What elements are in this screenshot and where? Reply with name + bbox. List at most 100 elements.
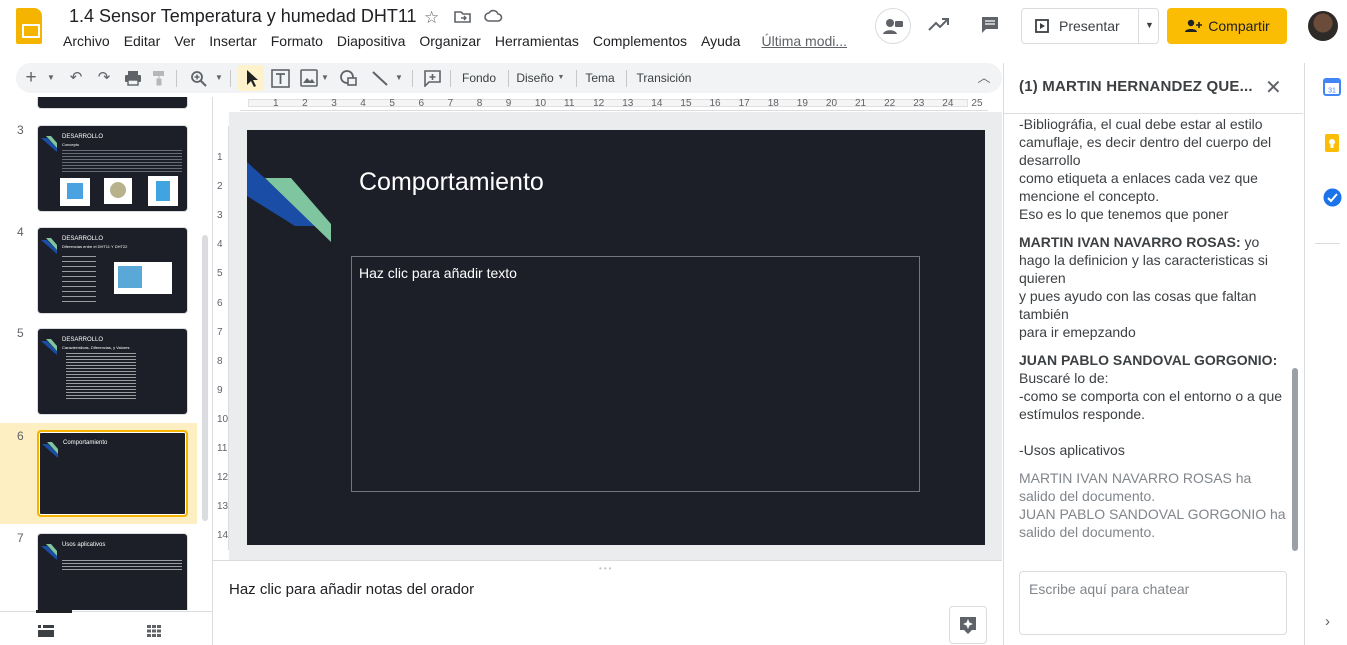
redo-icon[interactable]: ↷ [94, 63, 114, 93]
menu-diapositiva[interactable]: Diapositiva [337, 33, 405, 53]
chat-scrollbar[interactable] [1292, 368, 1298, 551]
meet-button[interactable] [875, 8, 911, 44]
side-panel-rail: 31 › [1304, 63, 1347, 645]
chat-message: JUAN PABLO SANDOVAL GORGONIO: Buscaré lo… [1019, 351, 1289, 459]
menu-organizar[interactable]: Organizar [419, 33, 480, 53]
paint-format-icon[interactable] [152, 70, 166, 86]
toolbar-separator [508, 70, 509, 87]
thumb-text-lines [62, 150, 182, 174]
filmstrip-view-icon[interactable] [38, 625, 54, 637]
slides-logo-icon[interactable] [16, 8, 42, 44]
slide-accent-stripes [247, 162, 331, 242]
document-title[interactable]: 1.4 Sensor Temperatura y humedad DHT11 [69, 6, 417, 27]
menu-formato[interactable]: Formato [271, 33, 323, 53]
chat-input[interactable]: Escribe aquí para chatear [1019, 571, 1287, 635]
menu-bar: Archivo Editar Ver Insertar Formato Diap… [63, 33, 861, 53]
image-dropdown-icon[interactable]: ▼ [320, 63, 330, 93]
slide-thumbnail-3[interactable]: DESARROLLO Concepto [37, 125, 188, 212]
body-placeholder: Haz clic para añadir texto [359, 265, 517, 281]
present-button[interactable]: Presentar ▼ [1021, 8, 1159, 44]
menu-ayuda[interactable]: Ayuda [701, 33, 740, 53]
vertical-ruler[interactable]: 1 2 3 4 5 6 7 8 9 10 11 12 13 14 [216, 126, 229, 550]
slide-thumbnail-2-partial[interactable] [37, 97, 188, 109]
grid-view-icon[interactable] [147, 625, 161, 637]
horizontal-ruler[interactable]: 1 2 3 4 5 6 7 8 9 10 11 12 13 14 15 16 17 18 19 20 21 22 23 24 2… [240, 97, 988, 111]
ruler-tick-label: 12 [593, 98, 605, 109]
thumb-title: DESARROLLO [62, 236, 104, 242]
keep-icon[interactable] [1325, 134, 1339, 152]
ruler-tick-label: 21 [855, 98, 867, 109]
slide-title[interactable]: Comportamiento [359, 168, 544, 197]
close-icon[interactable]: ✕ [1265, 75, 1282, 100]
layout-button[interactable]: Diseño [516, 63, 554, 93]
cloud-status-icon[interactable] [484, 9, 503, 23]
line-dropdown-icon[interactable]: ▼ [394, 63, 404, 93]
ruler-tick-label: 14 [651, 98, 663, 109]
notes-divider[interactable]: ••• [213, 560, 1002, 573]
rail-divider [1315, 243, 1340, 244]
thumb-sensor-image [148, 176, 178, 206]
ruler-tick-label: 15 [680, 98, 692, 109]
star-icon[interactable]: ☆ [424, 8, 439, 28]
select-tool-button[interactable] [238, 65, 264, 91]
slide-thumbnail-6-selected[interactable]: Comportamiento [37, 430, 188, 517]
transition-button[interactable]: Transición [634, 63, 694, 93]
menu-archivo[interactable]: Archivo [63, 33, 110, 53]
chat-comment-icon[interactable] [980, 15, 1000, 34]
tasks-icon[interactable] [1323, 188, 1342, 207]
menu-ver[interactable]: Ver [174, 33, 195, 53]
theme-button[interactable]: Tema [582, 63, 618, 93]
add-comment-icon[interactable] [423, 69, 442, 87]
thumb-dht-image [114, 262, 172, 294]
menu-insertar[interactable]: Insertar [209, 33, 256, 53]
share-button[interactable]: Compartir [1167, 8, 1287, 44]
slide-thumbnail-5[interactable]: DESARROLLO Características, Diferencias,… [37, 328, 188, 415]
chat-messages: -Bibliográfia, el cual debe estar al est… [1019, 115, 1289, 555]
ruler-tick-label: 22 [884, 98, 896, 109]
ruler-tick-label: 9 [505, 98, 512, 109]
ruler-tick-label: 16 [709, 98, 721, 109]
background-button[interactable]: Fondo [460, 63, 498, 93]
new-slide-dropdown-icon[interactable]: ▼ [46, 63, 56, 93]
last-edit-link[interactable]: Última modi... [761, 33, 847, 53]
line-tool-icon[interactable] [371, 70, 389, 87]
menu-herramientas[interactable]: Herramientas [495, 33, 579, 53]
zoom-dropdown-icon[interactable]: ▼ [214, 63, 224, 93]
ruler-tick-label: 18 [767, 98, 779, 109]
filmstrip-scrollbar[interactable] [202, 235, 208, 521]
explore-button[interactable] [949, 606, 987, 644]
body-text-box[interactable]: Haz clic para añadir texto [351, 256, 920, 492]
notes-resize-handle-icon[interactable]: ••• [599, 564, 613, 573]
shape-icon[interactable] [339, 69, 359, 87]
zoom-icon[interactable] [190, 70, 207, 87]
ruler-tick-label: 3 [331, 98, 337, 109]
toolbar-separator [576, 70, 577, 87]
thumb-subtitle: Características, Diferencias, y Valores [62, 345, 130, 350]
expand-rail-icon[interactable]: › [1325, 613, 1330, 630]
insert-image-icon[interactable] [300, 69, 318, 87]
account-avatar[interactable] [1308, 11, 1338, 41]
menu-complementos[interactable]: Complementos [593, 33, 687, 53]
present-dropdown-icon[interactable]: ▼ [1145, 20, 1154, 30]
move-to-folder-icon[interactable] [454, 9, 471, 23]
slide-thumbnail-4[interactable]: DESARROLLO Diferencias entre el DHT11 Y … [37, 227, 188, 314]
menu-editar[interactable]: Editar [124, 33, 161, 53]
activity-trend-icon[interactable] [928, 16, 950, 32]
print-icon[interactable] [124, 70, 142, 86]
ruler-tick-label: 12 [217, 472, 229, 484]
slide-thumbnail-7[interactable]: Usos aplicativos [37, 533, 188, 610]
toolbar-separator [230, 70, 231, 87]
text-box-icon[interactable] [271, 69, 290, 88]
ruler-tick-label: 13 [622, 98, 634, 109]
ruler-tick-label: 11 [564, 98, 575, 109]
undo-icon[interactable]: ↶ [66, 63, 86, 93]
collapse-toolbar-icon[interactable]: ︿ [974, 63, 994, 93]
speaker-notes[interactable]: Haz clic para añadir notas del orador [229, 581, 474, 598]
ruler-tick-label: 25 [971, 98, 983, 109]
present-split-divider [1138, 9, 1139, 43]
ruler-tick-label: 11 [217, 443, 228, 454]
calendar-icon[interactable]: 31 [1323, 78, 1341, 96]
present-label: Presentar [1059, 18, 1120, 34]
new-slide-icon[interactable]: + [22, 63, 40, 93]
layout-dropdown-icon[interactable]: ▼ [556, 63, 566, 93]
